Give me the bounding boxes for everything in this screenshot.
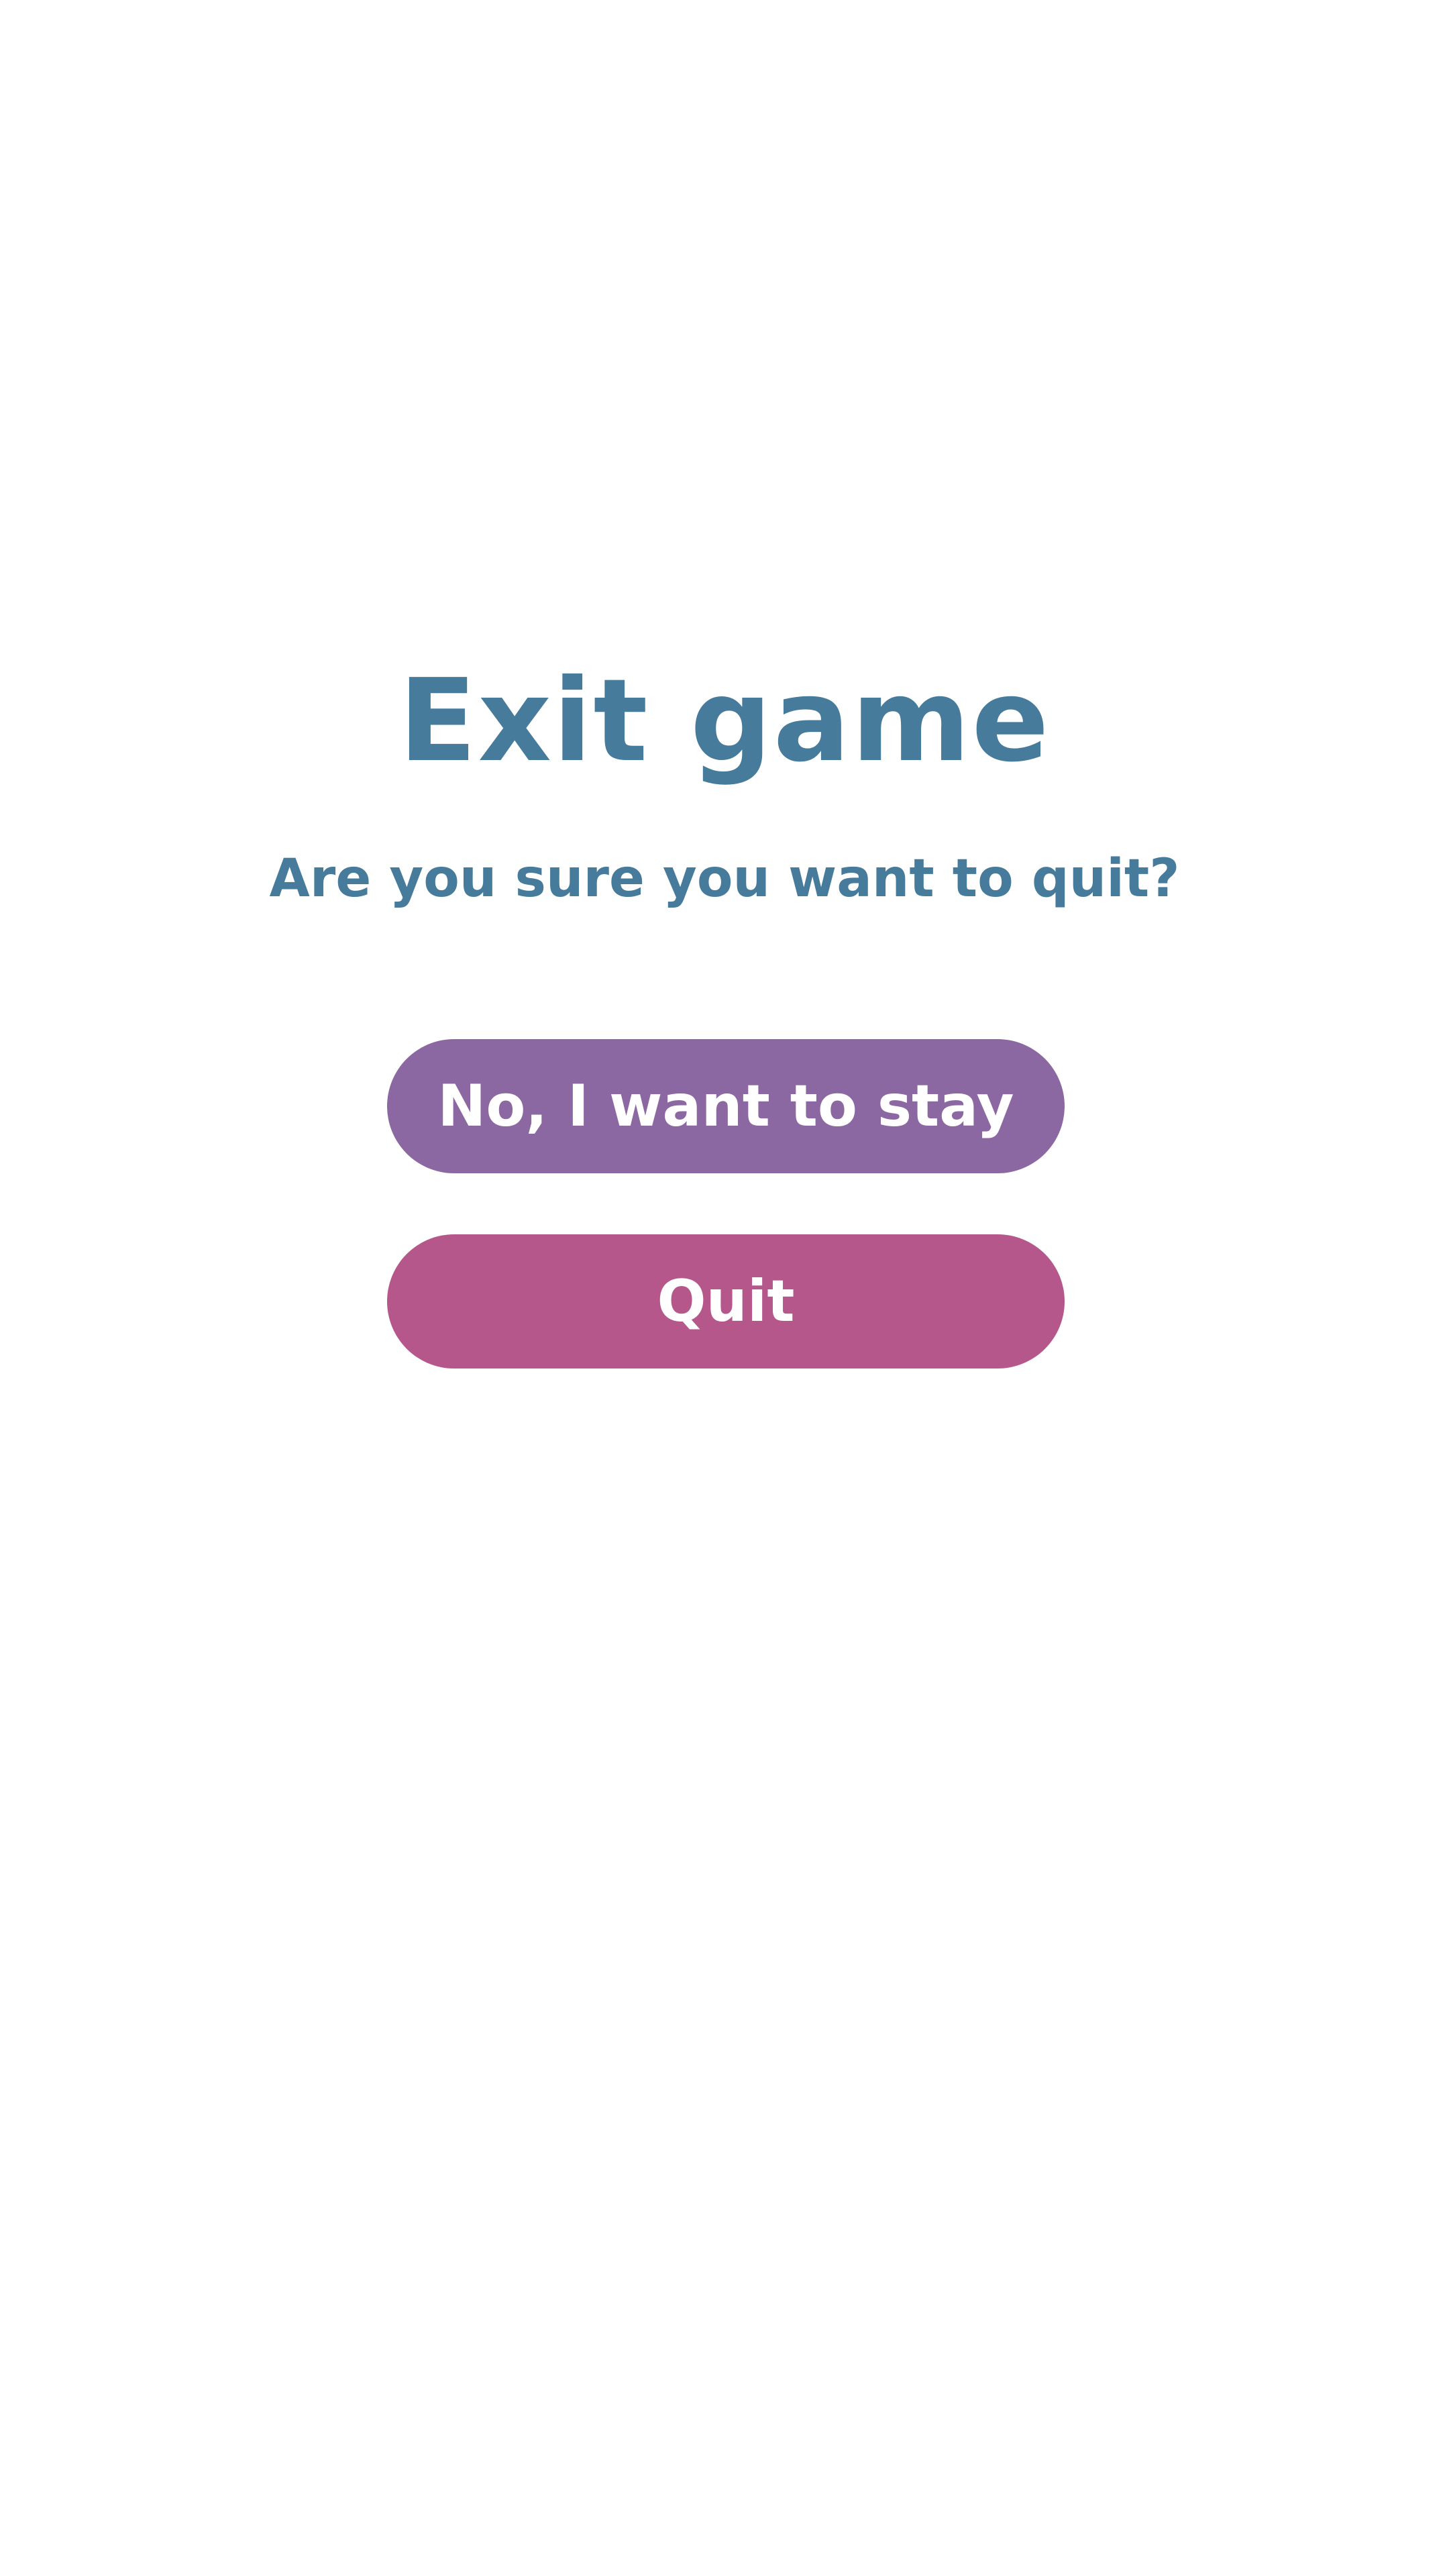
quit-button[interactable]: Quit (387, 1234, 1065, 1368)
stay-button[interactable]: No, I want to stay (387, 1039, 1065, 1173)
dialog-title: Exit game (398, 655, 1051, 788)
exit-dialog: Exit game Are you sure you want to quit?… (0, 0, 1449, 2576)
dialog-message: Are you sure you want to quit? (269, 849, 1180, 909)
